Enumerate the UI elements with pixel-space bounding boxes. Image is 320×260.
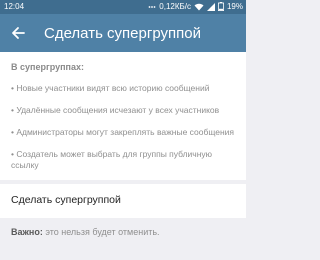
info-item: • Новые участники видят всю историю сооб… (11, 83, 210, 93)
supergroup-info-card: В супергруппах: • Новые участники видят … (0, 52, 246, 180)
toolbar: Сделать супергруппой (0, 14, 246, 52)
info-item: • Администраторы могут закреплять важные… (11, 127, 235, 137)
make-supergroup-label: Сделать супергруппой (11, 194, 121, 206)
make-supergroup-button[interactable]: Сделать супергруппой (0, 184, 246, 218)
battery-percent: 19% (226, 2, 243, 11)
info-item: • Создатель может выбрать для группы пуб… (11, 149, 213, 170)
arrow-left-icon (12, 27, 25, 39)
dots-icon (148, 3, 156, 11)
info-item: • Удалённые сообщения исчезают у всех уч… (11, 105, 220, 115)
battery-icon (217, 2, 224, 11)
info-heading: В супергруппах: (11, 62, 84, 72)
network-speed: 0,12КБ/с (159, 2, 191, 11)
warning-bold: Важно: (11, 227, 43, 237)
status-right: 0,12КБ/с 19% (148, 2, 243, 11)
status-time: 12:04 (4, 2, 25, 11)
page-title: Сделать супергруппой (44, 25, 201, 42)
warning-text: это нельзя будет отменить. (42, 227, 160, 237)
warning-note: Важно: это нельзя будет отменить. (11, 227, 160, 237)
signal-icon (206, 2, 215, 11)
status-bar: 12:04 0,12КБ/с 19% (0, 0, 246, 14)
back-button[interactable] (8, 23, 28, 43)
wifi-icon (194, 3, 204, 11)
